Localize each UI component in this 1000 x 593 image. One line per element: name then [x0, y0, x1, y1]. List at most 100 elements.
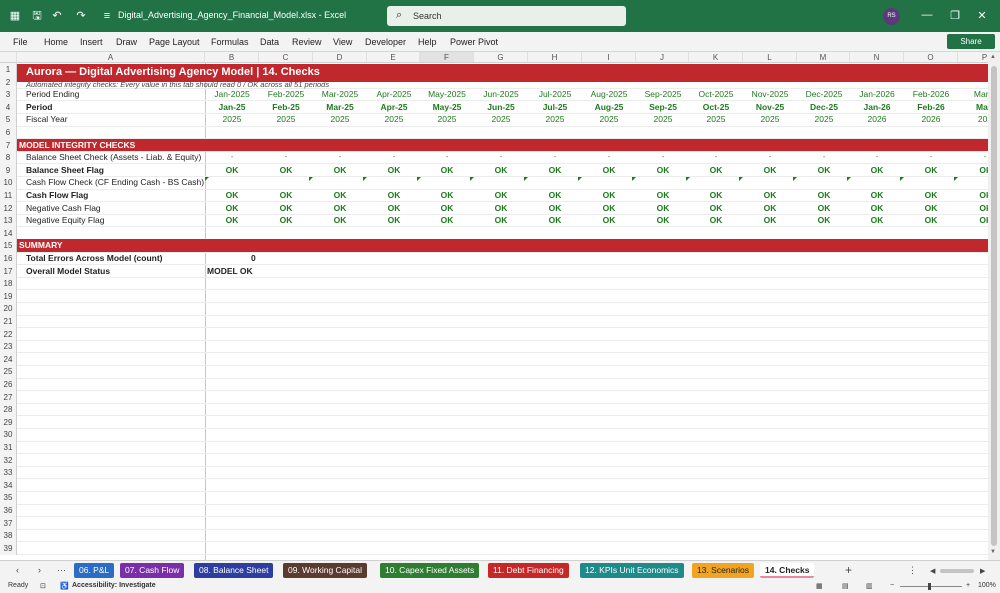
- menu-data[interactable]: Data: [260, 37, 279, 47]
- ok-flag-cell[interactable]: OK: [205, 164, 259, 177]
- ok-flag-cell[interactable]: OK: [313, 189, 367, 202]
- period-cell[interactable]: Aug-25: [582, 101, 636, 114]
- period-ending-cell[interactable]: Nov-2025: [743, 88, 797, 101]
- row-header[interactable]: 3: [0, 88, 17, 102]
- ok-flag-cell[interactable]: OK: [850, 164, 904, 177]
- column-header-f[interactable]: F: [420, 52, 474, 63]
- ok-flag-cell[interactable]: OK: [205, 189, 259, 202]
- row-header[interactable]: 32: [0, 453, 17, 467]
- row-header[interactable]: 34: [0, 478, 17, 492]
- error-indicator-icon[interactable]: [900, 177, 904, 182]
- period-cell[interactable]: Mar-25: [313, 101, 367, 114]
- row-header[interactable]: 1: [0, 63, 17, 76]
- ok-flag-cell[interactable]: OK: [582, 202, 636, 215]
- bs-check-cell[interactable]: -: [797, 151, 851, 164]
- bs-check-cell[interactable]: -: [420, 151, 474, 164]
- ok-flag-cell[interactable]: OK: [420, 164, 474, 177]
- ok-flag-cell[interactable]: OK: [904, 202, 958, 215]
- ok-flag-cell[interactable]: OK: [313, 214, 367, 227]
- menu-review[interactable]: Review: [292, 37, 322, 47]
- share-button[interactable]: Share: [947, 34, 995, 49]
- tab-capex[interactable]: 10. Capex Fixed Assets: [380, 563, 480, 578]
- restore-icon[interactable]: ❐: [948, 9, 962, 22]
- error-indicator-icon[interactable]: [632, 177, 636, 182]
- row-header[interactable]: 26: [0, 378, 17, 391]
- macro-icon[interactable]: ⊡: [40, 582, 46, 590]
- customize-toolbar-icon[interactable]: ≡: [100, 9, 114, 23]
- ok-flag-cell[interactable]: OK: [904, 189, 958, 202]
- tab-kpis[interactable]: 12. KPIs Unit Economics: [580, 563, 684, 578]
- ok-flag-cell[interactable]: OK: [582, 214, 636, 227]
- close-icon[interactable]: ✕: [975, 9, 989, 22]
- period-ending-cell[interactable]: Jan-2026: [850, 88, 904, 101]
- vertical-scrollbar[interactable]: ▲ ▼: [988, 52, 1000, 560]
- ok-flag-cell[interactable]: OK: [528, 189, 582, 202]
- ok-flag-cell[interactable]: OK: [474, 164, 528, 177]
- ok-flag-cell[interactable]: OK: [689, 214, 743, 227]
- ok-flag-cell[interactable]: OK: [474, 214, 528, 227]
- error-indicator-icon[interactable]: [470, 177, 474, 182]
- row-header[interactable]: 37: [0, 516, 17, 530]
- fiscal-year-cell[interactable]: 2025: [313, 113, 367, 126]
- tab-balance-sheet[interactable]: 08. Balance Sheet: [194, 563, 274, 578]
- period-cell[interactable]: Sep-25: [636, 101, 690, 114]
- ok-flag-cell[interactable]: OK: [528, 164, 582, 177]
- ok-flag-cell[interactable]: OK: [850, 214, 904, 227]
- ok-flag-cell[interactable]: OK: [636, 214, 690, 227]
- ok-flag-cell[interactable]: OK: [474, 202, 528, 215]
- period-ending-cell[interactable]: Feb-2025: [259, 88, 313, 101]
- row-header[interactable]: 39: [0, 541, 17, 555]
- ok-flag-cell[interactable]: OK: [797, 164, 851, 177]
- column-header-c[interactable]: C: [259, 52, 313, 63]
- add-sheet-icon[interactable]: +: [845, 563, 852, 577]
- row-header[interactable]: 8: [0, 151, 17, 165]
- row-header[interactable]: 17: [0, 264, 17, 278]
- ok-flag-cell[interactable]: OK: [420, 214, 474, 227]
- bs-check-cell[interactable]: -: [259, 151, 313, 164]
- tab-cash-flow[interactable]: 07. Cash Flow: [120, 563, 185, 578]
- column-header-b[interactable]: B: [205, 52, 259, 63]
- menu-file[interactable]: File: [13, 37, 28, 47]
- menu-draw[interactable]: Draw: [116, 37, 137, 47]
- row-header[interactable]: 7: [0, 138, 17, 152]
- bs-check-cell[interactable]: -: [582, 151, 636, 164]
- ok-flag-cell[interactable]: OK: [420, 202, 474, 215]
- period-cell[interactable]: Jan-25: [205, 101, 259, 114]
- column-header-a[interactable]: A: [17, 52, 205, 63]
- page-break-view-icon[interactable]: ▥: [866, 582, 873, 590]
- tab-pnl[interactable]: 06. P&L: [74, 563, 115, 578]
- ok-flag-cell[interactable]: OK: [205, 214, 259, 227]
- ok-flag-cell[interactable]: OK: [259, 189, 313, 202]
- menu-view[interactable]: View: [333, 37, 352, 47]
- tab-checks[interactable]: 14. Checks: [760, 563, 815, 578]
- accessibility-icon[interactable]: ♿: [60, 582, 69, 590]
- select-all-corner[interactable]: [0, 52, 17, 63]
- period-cell[interactable]: Feb-25: [259, 101, 313, 114]
- ok-flag-cell[interactable]: OK: [689, 202, 743, 215]
- menu-developer[interactable]: Developer: [365, 37, 406, 47]
- period-cell[interactable]: Oct-25: [689, 101, 743, 114]
- column-header-j[interactable]: J: [636, 52, 689, 63]
- ok-flag-cell[interactable]: OK: [636, 164, 690, 177]
- zoom-slider-thumb[interactable]: [928, 583, 931, 590]
- ok-flag-cell[interactable]: OK: [743, 202, 797, 215]
- ok-flag-cell[interactable]: OK: [743, 189, 797, 202]
- row-header[interactable]: 6: [0, 126, 17, 139]
- error-indicator-icon[interactable]: [578, 177, 582, 182]
- period-ending-cell[interactable]: Jul-2025: [528, 88, 582, 101]
- row-header[interactable]: 2: [0, 75, 17, 89]
- ok-flag-cell[interactable]: Ok: [958, 189, 988, 202]
- more-sheets-icon[interactable]: ⋯: [57, 565, 66, 576]
- user-avatar[interactable]: RS: [883, 8, 900, 25]
- sheet-options-icon[interactable]: ⋮: [908, 565, 917, 576]
- ok-flag-cell[interactable]: OK: [528, 202, 582, 215]
- error-indicator-icon[interactable]: [954, 177, 958, 182]
- zoom-level[interactable]: 100%: [978, 582, 996, 589]
- row-header[interactable]: 18: [0, 277, 17, 291]
- bs-check-cell[interactable]: -: [474, 151, 528, 164]
- period-ending-cell[interactable]: Aug-2025: [582, 88, 636, 101]
- zoom-in-icon[interactable]: +: [966, 582, 970, 589]
- fiscal-year-cell[interactable]: 202: [958, 113, 988, 126]
- hscroll-left-icon[interactable]: ◀: [930, 567, 935, 575]
- ok-flag-cell[interactable]: OK: [367, 189, 421, 202]
